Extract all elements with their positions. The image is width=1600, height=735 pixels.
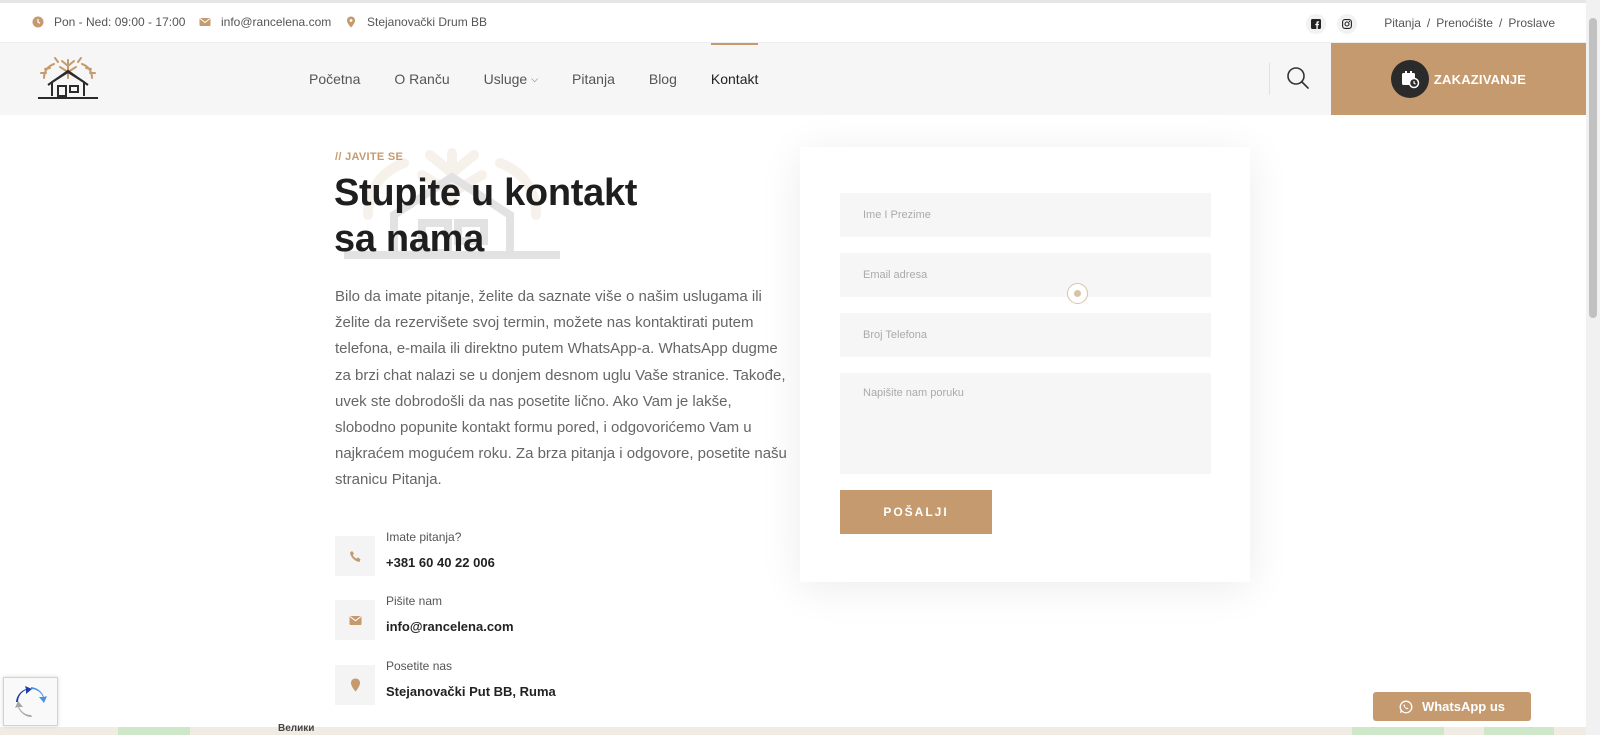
instagram-link[interactable] [1337,14,1357,34]
link-separator: / [1498,16,1503,30]
nav-label: Blog [648,71,677,87]
phone-icon [335,536,375,576]
nav-item-kontakt[interactable]: Kontakt [710,43,759,115]
contact-form: POŠALJI [800,147,1250,582]
contact-label: Imate pitanja? [386,530,462,544]
nav-label: Početna [309,71,361,87]
facebook-icon [1311,19,1321,29]
topbar-email[interactable]: info@rancelena.com [199,15,331,29]
page-title-line-2: sa nama [334,218,484,260]
location-icon [335,665,375,705]
booking-button-label: ZAKAZIVANJE [1433,71,1527,87]
working-hours: Pon - Ned: 09:00 - 17:00 [32,15,185,29]
nav-label: O Ranču [394,71,450,87]
contact-address[interactable]: Posetite nas Stejanovački Put BB, Ruma [335,659,635,705]
booking-button[interactable]: ZAKAZIVANJE [1331,43,1586,115]
scrollbar-thumb[interactable] [1589,18,1597,318]
nav-label: Pitanja [572,71,615,87]
chevron-down-icon: ⌵ [531,73,539,84]
contact-email[interactable]: Pišite nam info@rancelena.com [335,594,635,640]
facebook-link[interactable] [1306,14,1326,34]
logo[interactable] [34,56,102,102]
link-separator: / [1426,16,1431,30]
topbar-email-text: info@rancelena.com [221,15,332,29]
message-field[interactable] [840,373,1211,474]
working-hours-text: Pon - Ned: 09:00 - 17:00 [54,15,186,29]
nav-item-pocetna[interactable]: Početna [309,43,360,115]
name-field[interactable] [840,193,1211,237]
nav-label: Kontakt [710,71,759,87]
nav-label: Usluge [483,71,528,87]
nav-item-o-rancu[interactable]: O Ranču [394,43,449,115]
contact-value: +381 60 40 22 006 [386,555,495,570]
cursor-indicator [1067,283,1088,304]
mail-icon [335,600,375,640]
main-header: Početna O Ranču Usluge ⌵ Pitanja Blog Kon… [0,43,1586,115]
header-divider [1269,63,1270,95]
top-bar: Pon - Ned: 09:00 - 17:00 info@rancelena.… [0,0,1586,43]
contact-description: Bilo da imate pitanje, želite da saznate… [335,288,787,489]
contact-label: Pišite nam [386,594,443,608]
topbar-links: Pitanja / Prenoćište / Proslave [1384,16,1555,30]
recaptcha-badge[interactable] [3,677,58,726]
whatsapp-button[interactable]: WhatsApp us [1373,692,1531,721]
main-nav: Početna O Ranču Usluge ⌵ Pitanja Blog Kon… [309,43,792,115]
nav-item-usluge[interactable]: Usluge ⌵ [484,43,538,115]
contact-phone[interactable]: Imate pitanja? +381 60 40 22 006 [335,530,635,576]
email-field[interactable] [840,253,1211,297]
contact-label: Posetite nas [386,659,453,673]
envelope-icon [199,18,211,26]
clock-icon [32,16,44,28]
page-title: Stupite u kontakt sa nama [334,170,734,262]
submit-button[interactable]: POŠALJI [840,490,992,534]
topbar-link-proslave[interactable]: Proslave [1508,16,1555,30]
map-pin-icon [347,16,355,28]
calendar-clock-icon [1390,60,1429,98]
map-label: Велики [278,723,315,734]
map-embed[interactable] [0,727,1586,735]
topbar-link-pitanja[interactable]: Pitanja [1384,16,1421,30]
contact-value: info@rancelena.com [386,619,514,634]
whatsapp-icon [1399,700,1413,713]
nav-item-blog[interactable]: Blog [649,43,677,115]
topbar-address: Stejanovački Drum BB [345,15,487,29]
topbar-address-text: Stejanovački Drum BB [367,15,488,29]
page-title-line-1: Stupite u kontakt [334,172,638,214]
instagram-icon [1342,19,1352,29]
topbar-link-prenociste[interactable]: Prenoćište [1436,16,1493,30]
whatsapp-label: WhatsApp us [1421,699,1506,714]
section-eyebrow: // JAVITE SE [335,151,404,163]
contact-value: Stejanovački Put BB, Ruma [386,684,556,699]
page-scrollbar[interactable] [1586,0,1600,735]
phone-field[interactable] [840,313,1211,357]
recaptcha-icon [14,685,47,717]
nav-item-pitanja[interactable]: Pitanja [572,43,615,115]
search-icon[interactable] [1286,66,1310,90]
